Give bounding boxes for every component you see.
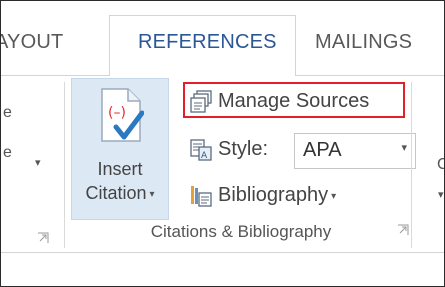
tab-layout[interactable]: AYOUT <box>1 31 63 54</box>
insert-citation-label-line1: Insert <box>97 159 143 179</box>
group-separator <box>64 82 65 248</box>
previous-group-dropdown-arrow[interactable]: ▾ <box>35 156 41 169</box>
previous-group-fragment: e e ▾ <box>1 84 63 243</box>
style-dropdown[interactable]: APA ▾ <box>294 133 416 169</box>
style-command: A Style: <box>189 134 279 166</box>
bibliography-label: Bibliography ▾ <box>218 184 336 207</box>
bibliography-icon <box>191 186 212 207</box>
bibliography-label-text: Bibliography <box>218 184 329 206</box>
group-separator <box>411 82 412 248</box>
dialog-launcher-icon[interactable] <box>397 224 409 236</box>
insert-citation-button[interactable]: (–) Insert Citation ▾ <box>71 78 169 220</box>
insert-citation-label-text: Citation <box>85 183 147 203</box>
previous-group-glyph-mid[interactable]: e <box>3 144 12 162</box>
next-group-fragment: C ▾ <box>419 76 444 226</box>
highlight-annotation-box <box>183 82 405 118</box>
insert-citation-label-line2: Citation ▾ <box>72 183 168 204</box>
chevron-down-icon: ▾ <box>149 189 155 200</box>
ribbon-window: AYOUT REFERENCES MAILINGS e e ▾ (–) Inse… <box>0 0 445 287</box>
bibliography-button[interactable]: Bibliography ▾ <box>189 180 369 212</box>
chevron-down-icon[interactable]: ▾ <box>401 141 407 154</box>
tab-mailings[interactable]: MAILINGS <box>315 31 412 54</box>
ribbon-panel: e e ▾ (–) Insert Citation ▾ Manage Sourc… <box>1 76 444 253</box>
next-group-glyph[interactable]: C <box>437 156 444 174</box>
svg-text:(–): (–) <box>108 105 126 121</box>
next-group-dropdown-arrow[interactable]: ▾ <box>438 188 444 201</box>
insert-citation-icon: (–) <box>101 88 144 142</box>
chevron-down-icon: ▾ <box>331 191 337 202</box>
style-selected-value: APA <box>303 139 342 161</box>
tab-references[interactable]: REFERENCES <box>138 31 277 54</box>
style-icon: A <box>190 139 212 161</box>
style-label: Style: <box>218 138 269 160</box>
svg-text:A: A <box>201 151 208 161</box>
group-label-citations-bibliography: Citations & Bibliography <box>150 222 332 241</box>
previous-group-glyph-top[interactable]: e <box>3 104 12 122</box>
dialog-launcher-icon[interactable] <box>37 232 49 244</box>
